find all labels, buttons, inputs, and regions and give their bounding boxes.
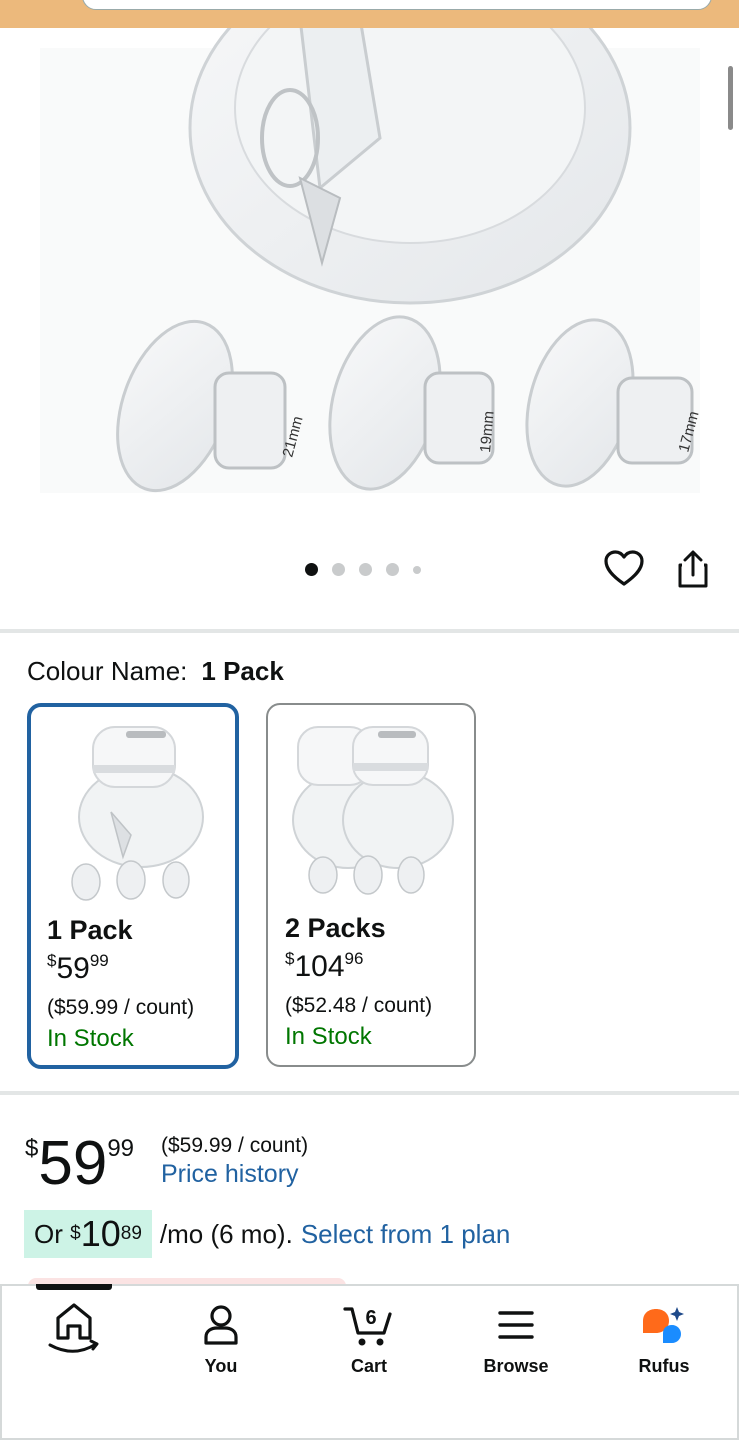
product-image[interactable]: 21mm 19mm 17mm: [0, 28, 739, 530]
cart-count-badge: 6: [365, 1307, 376, 1329]
option-stock-status: In Stock: [47, 1025, 134, 1052]
price-whole: 59: [38, 1129, 108, 1198]
option-unit-price: ($59.99 / count): [47, 996, 195, 1019]
carousel-dot[interactable]: [359, 563, 372, 576]
price-currency: $: [25, 1135, 39, 1162]
installment-fraction: 89: [120, 1223, 142, 1244]
rufus-icon: [609, 1296, 719, 1354]
price-history-link[interactable]: Price history: [161, 1160, 299, 1189]
nav-browse-label: Browse: [483, 1356, 549, 1376]
section-divider: [0, 1091, 739, 1095]
search-box[interactable]: [82, 0, 712, 10]
price-per-unit: ($59.99 / count): [161, 1134, 309, 1157]
image-carousel-dots[interactable]: [305, 563, 421, 576]
select-plan-link[interactable]: Select from 1 plan: [301, 1219, 511, 1250]
nav-cart-label: Cart: [350, 1356, 387, 1376]
variation-selected-value: 1 Pack: [201, 656, 284, 686]
option-price: $5999: [47, 951, 109, 985]
nav-you[interactable]: You: [166, 1296, 276, 1377]
section-divider: [0, 629, 739, 633]
buy-box-price: $5999: [25, 1128, 134, 1199]
wishlist-heart-icon[interactable]: [603, 549, 645, 589]
installment-currency: $: [70, 1223, 81, 1244]
cart-icon: 6: [314, 1296, 424, 1354]
variation-label: Colour Name: 1 Pack: [27, 656, 284, 687]
nav-rufus-label: Rufus: [638, 1356, 690, 1376]
carousel-dot[interactable]: [386, 563, 399, 576]
option-title: 2 Packs: [285, 913, 386, 943]
user-icon: [166, 1296, 276, 1354]
header-strip: [0, 0, 739, 28]
nav-browse[interactable]: Browse: [461, 1296, 571, 1377]
carousel-dot[interactable]: [305, 563, 318, 576]
menu-icon: [461, 1296, 571, 1354]
pump-2-pack-thumbnail: [292, 726, 454, 895]
page-scrollbar[interactable]: [728, 66, 733, 130]
pump-1-pack-thumbnail: [71, 726, 204, 901]
installment-prefix: Or: [34, 1218, 63, 1249]
installment-whole: 10: [80, 1213, 121, 1254]
nav-rufus[interactable]: Rufus: [609, 1296, 719, 1377]
option-stock-status: In Stock: [285, 1023, 372, 1050]
variation-label-text: Colour Name:: [27, 656, 188, 686]
installment-row: Or $10 89 /mo (6 mo). Select from 1 plan: [24, 1210, 510, 1258]
share-icon[interactable]: [672, 549, 714, 589]
variation-option-1-pack[interactable]: 1 Pack $5999 ($59.99 / count) In Stock: [27, 703, 239, 1069]
breast-pump-flanges-illustration: 21mm 19mm 17mm: [40, 28, 703, 493]
active-tab-indicator: [36, 1284, 112, 1290]
home-icon: [19, 1296, 129, 1354]
nav-cart[interactable]: 6 Cart: [314, 1296, 424, 1377]
nav-home[interactable]: [19, 1296, 129, 1356]
flange-label-19: 19mm: [477, 410, 498, 453]
installment-terms: /mo (6 mo).: [159, 1218, 293, 1249]
carousel-dot[interactable]: [413, 565, 421, 574]
option-unit-price: ($52.48 / count): [285, 994, 433, 1017]
variation-option-2-packs[interactable]: 2 Packs $10496 ($52.48 / count) In Stock: [266, 703, 476, 1067]
installment-badge: Or $10 89: [24, 1210, 152, 1258]
carousel-dot[interactable]: [332, 563, 345, 576]
price-fraction: 99: [107, 1135, 135, 1162]
nav-you-label: You: [204, 1356, 238, 1376]
option-title: 1 Pack: [47, 915, 133, 945]
option-price: $10496: [285, 949, 364, 983]
